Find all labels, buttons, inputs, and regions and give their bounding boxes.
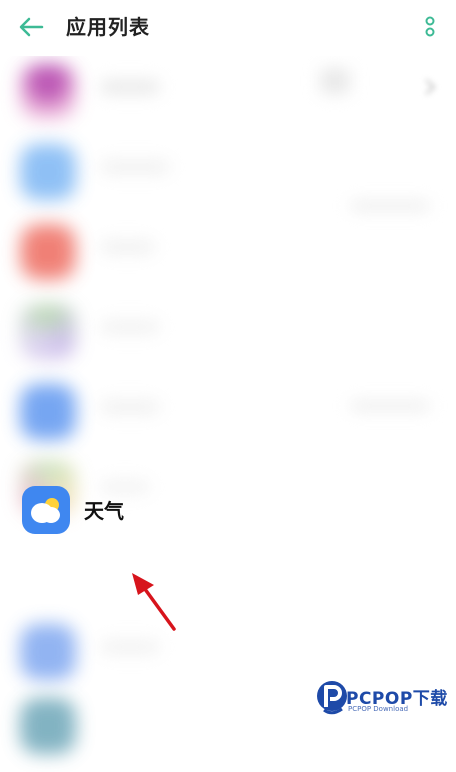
weather-cloud-sun-icon [22,486,70,534]
list-item[interactable] [0,136,456,216]
app-icon [20,698,76,754]
app-icon [20,224,76,280]
arrow-left-icon [19,17,44,37]
watermark-subtext: PCPOP Download [348,705,409,713]
app-icon [20,384,76,440]
more-options-button[interactable] [420,14,440,40]
more-vertical-icon [425,16,435,37]
app-icon [20,144,76,200]
list-item[interactable] [0,376,456,456]
list-item[interactable] [0,56,456,136]
app-item-weather[interactable]: 天气 [0,476,456,540]
app-icon [20,624,76,680]
chevron-right-icon [425,79,436,95]
app-icon [20,304,76,360]
red-arrow-icon [132,573,176,631]
list-item[interactable] [0,296,456,376]
back-button[interactable] [14,12,48,42]
list-item[interactable] [0,216,456,296]
app-list[interactable] [0,56,456,754]
app-list-header: 应用列表 [0,0,456,56]
app-item-label: 天气 [84,499,124,523]
app-icon [20,64,76,120]
page-title: 应用列表 [66,15,150,39]
